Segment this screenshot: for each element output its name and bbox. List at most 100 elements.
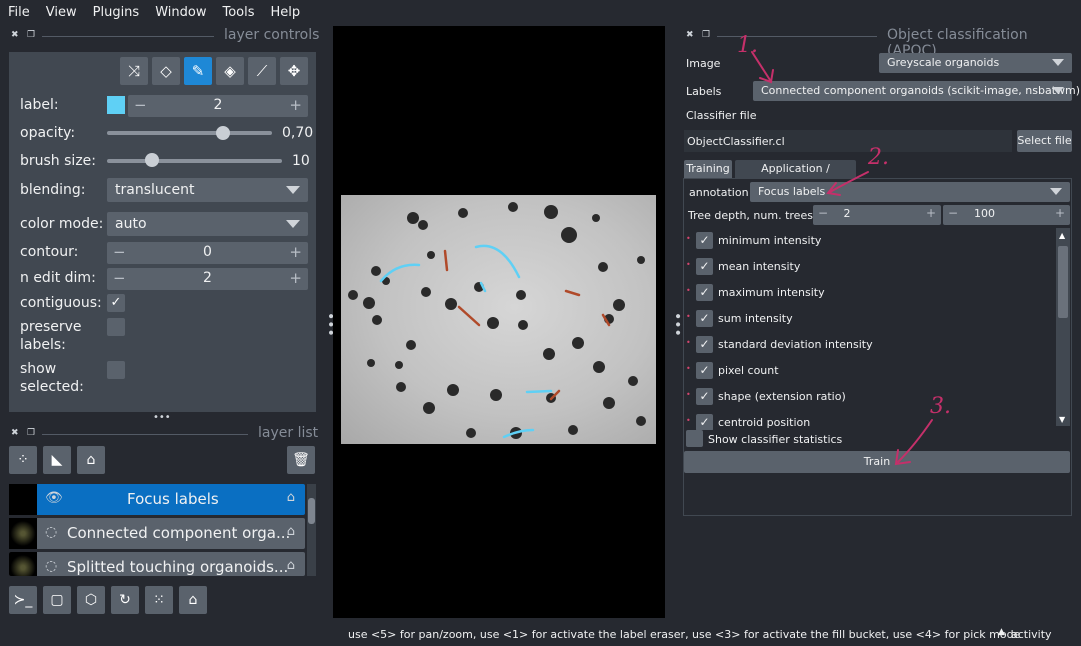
feature-row[interactable]: • ✓ maximum intensity: [686, 280, 1054, 306]
label-spinbox[interactable]: −2 +: [128, 95, 308, 117]
menu-help[interactable]: Help: [263, 5, 309, 20]
layer-list-title: layer list: [258, 425, 319, 441]
tab-application[interactable]: Application / Prediction: [735, 160, 856, 193]
picker-button[interactable]: ⟋: [248, 57, 276, 85]
layer-row[interactable]: ◌ Connected component orga... ⌂: [9, 518, 305, 549]
feature-row[interactable]: • ✓ pixel count: [686, 358, 1054, 384]
blending-label: blending:: [20, 182, 86, 198]
roll-dims-button[interactable]: ⬡: [77, 586, 105, 614]
select-file-button[interactable]: Select file: [1017, 130, 1072, 152]
check-icon: ✓: [699, 337, 710, 351]
menu-file[interactable]: File: [0, 5, 38, 20]
show-stats-checkbox[interactable]: [686, 430, 703, 447]
splitter-handle-icon[interactable]: •••: [153, 412, 171, 423]
eraser-button[interactable]: ◇: [152, 57, 180, 85]
shuffle-colors-button[interactable]: ⤨: [120, 57, 148, 85]
layer-row[interactable]: 👁 Focus labels ⌂: [9, 484, 305, 515]
dock-close-icon[interactable]: ✖: [686, 30, 694, 40]
menu-plugins[interactable]: Plugins: [85, 5, 148, 20]
image-dropdown[interactable]: Greyscale organoids: [879, 53, 1072, 73]
feature-checkbox[interactable]: ✓: [696, 284, 713, 301]
label-color-swatch: [107, 96, 125, 114]
feature-checkbox[interactable]: ✓: [696, 336, 713, 353]
feature-row[interactable]: • ✓ centroid position: [686, 410, 1054, 430]
dock-close-icon[interactable]: ✖: [11, 428, 19, 438]
menu-view[interactable]: View: [38, 5, 85, 20]
activity-arrow-icon[interactable]: ▲: [998, 627, 1005, 637]
new-shapes-layer-button[interactable]: ◣: [43, 446, 71, 474]
console-button[interactable]: ≻_: [9, 586, 37, 614]
toggle-ndisplay-button[interactable]: ▢: [43, 586, 71, 614]
feature-row[interactable]: • ✓ mean intensity: [686, 254, 1054, 280]
contiguous-checkbox[interactable]: ✓: [107, 294, 125, 312]
transpose-button[interactable]: ↻: [111, 586, 139, 614]
opacity-slider-handle[interactable]: [215, 126, 230, 140]
grid-view-button[interactable]: ⁙: [145, 586, 173, 614]
show-selected-checkbox[interactable]: [107, 361, 125, 379]
blending-dropdown[interactable]: translucent: [107, 178, 308, 202]
contour-spinbox[interactable]: −0 +: [107, 242, 308, 264]
num-trees-spinbox[interactable]: −100 +: [943, 205, 1070, 225]
feature-list-scrollbar[interactable]: ▲ ▼: [1056, 228, 1070, 426]
opacity-slider[interactable]: [107, 131, 272, 135]
feature-row[interactable]: • ✓ minimum intensity: [686, 228, 1054, 254]
scroll-down-icon[interactable]: ▼: [1059, 415, 1065, 424]
scrollbar-handle[interactable]: [1058, 246, 1068, 318]
layer-list-scrollbar[interactable]: [307, 484, 316, 576]
layer-name: Connected component orga...: [67, 524, 291, 542]
organoid-image[interactable]: [341, 195, 656, 444]
reset-view-button[interactable]: ⌂: [179, 586, 207, 614]
feature-checkbox[interactable]: ✓: [696, 414, 713, 430]
chevron-down-icon: [1052, 87, 1064, 94]
feature-checkbox[interactable]: ✓: [696, 362, 713, 379]
brush-size-slider-handle[interactable]: [145, 153, 159, 167]
labels-layer-tag-icon: ⌂: [286, 558, 295, 573]
feature-label: pixel count: [718, 364, 779, 377]
labels-label: Labels: [686, 85, 722, 98]
new-points-layer-button[interactable]: ⁘: [9, 446, 37, 474]
check-icon: ✓: [110, 295, 122, 310]
dock-float-icon[interactable]: ❐: [702, 30, 710, 40]
new-labels-layer-button[interactable]: ⌂: [77, 446, 105, 474]
feature-row[interactable]: • ✓ shape (extension ratio): [686, 384, 1054, 410]
square-icon: ▢: [50, 592, 64, 608]
annotation-dropdown[interactable]: Focus labels: [750, 182, 1070, 202]
menu-window[interactable]: Window: [147, 5, 214, 20]
train-button[interactable]: Train: [684, 451, 1070, 473]
scrollbar-handle[interactable]: [308, 498, 315, 524]
feature-row[interactable]: • ✓ standard deviation intensity: [686, 332, 1054, 358]
dock-close-icon[interactable]: ✖: [11, 30, 19, 40]
preserve-labels-checkbox[interactable]: [107, 318, 125, 336]
feature-checkbox[interactable]: ✓: [696, 388, 713, 405]
delete-layer-button[interactable]: 🗑: [287, 446, 315, 474]
feature-checkbox[interactable]: ✓: [696, 310, 713, 327]
dock-divider: [42, 36, 214, 37]
menu-tools[interactable]: Tools: [214, 5, 262, 20]
dock-divider: [42, 434, 248, 435]
eye-off-icon[interactable]: ◌: [45, 524, 57, 540]
scroll-up-icon[interactable]: ▲: [1059, 231, 1065, 240]
feature-checkbox[interactable]: ✓: [696, 258, 713, 275]
labels-dropdown[interactable]: Connected component organoids (scikit-im…: [753, 81, 1080, 101]
eye-icon[interactable]: 👁: [45, 490, 63, 506]
dock-float-icon[interactable]: ❐: [27, 428, 35, 438]
paint-button[interactable]: ✎: [184, 57, 212, 85]
color-mode-dropdown[interactable]: auto: [107, 212, 308, 236]
tab-training[interactable]: Training: [684, 160, 732, 178]
feature-label: mean intensity: [718, 260, 801, 273]
eye-off-icon[interactable]: ◌: [45, 558, 57, 574]
pan-zoom-button[interactable]: ✥: [280, 57, 308, 85]
annotation-label: annotation: [689, 186, 749, 199]
check-icon: ✓: [699, 363, 710, 377]
activity-button[interactable]: activity: [1011, 628, 1052, 641]
feature-row[interactable]: • ✓ sum intensity: [686, 306, 1054, 332]
classifier-file-input[interactable]: ObjectClassifier.cl: [684, 130, 1012, 152]
feature-checkbox[interactable]: ✓: [696, 232, 713, 249]
layer-row[interactable]: ◌ Splitted touching organoids... ⌂: [9, 552, 305, 576]
fill-button[interactable]: ◈: [216, 57, 244, 85]
dock-float-icon[interactable]: ❐: [27, 30, 35, 40]
edit-dim-spinbox[interactable]: −2 +: [107, 268, 308, 290]
preserve-labels-label-2: labels:: [20, 337, 66, 353]
check-icon: ✓: [699, 233, 710, 247]
brush-size-slider[interactable]: [107, 159, 282, 163]
